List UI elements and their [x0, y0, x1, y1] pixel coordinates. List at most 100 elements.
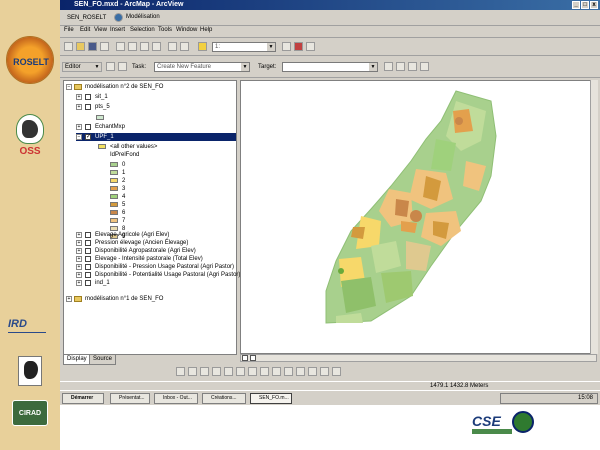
measure-icon[interactable] — [320, 367, 329, 376]
close-button[interactable]: x — [590, 1, 598, 9]
toc-tabs: Display Source — [63, 355, 237, 365]
ird-logo: IRD — [8, 318, 50, 342]
toc-layer-item-selected[interactable]: − ✓ UPF_1 — [76, 133, 236, 141]
map-horizontal-scrollbar[interactable] — [240, 354, 597, 362]
zoom-in-icon[interactable] — [176, 367, 185, 376]
target-dropdown[interactable]: ▼ — [282, 62, 378, 72]
layer-checkbox[interactable] — [85, 124, 91, 130]
layer-checkbox[interactable] — [85, 94, 91, 100]
hyperlink-icon[interactable] — [332, 367, 341, 376]
attributes-icon[interactable] — [408, 62, 417, 71]
toc-layer-item[interactable]: + pts_5 — [76, 103, 236, 111]
menu-tools[interactable]: Tools — [158, 27, 172, 33]
collapse-icon[interactable]: − — [66, 84, 72, 90]
project-dropdown[interactable]: SEN_ROSELT — [64, 13, 110, 23]
menu-file[interactable]: File — [64, 27, 74, 33]
expand-icon[interactable]: + — [76, 124, 82, 130]
copy-icon[interactable] — [128, 42, 137, 51]
logo-sidebar: ROSELT OSS IRD CIRAD — [0, 0, 60, 450]
minimize-button[interactable]: _ — [572, 1, 580, 9]
map-view[interactable] — [240, 80, 597, 354]
scale-dropdown[interactable]: 1: ▼ — [212, 42, 276, 52]
rotate-tool-icon[interactable] — [396, 62, 405, 71]
system-tray: 15:08 — [500, 393, 598, 404]
menu-insert[interactable]: Insert — [110, 27, 125, 33]
maximize-button[interactable]: □ — [581, 1, 589, 9]
taskbar-item-outlook[interactable]: Inbox - Out... — [154, 393, 198, 404]
identify-icon[interactable] — [296, 367, 305, 376]
map-vertical-scrollbar[interactable] — [590, 80, 598, 354]
expand-icon[interactable]: + — [76, 232, 82, 238]
menu-view[interactable]: View — [94, 27, 107, 33]
whats-this-icon[interactable] — [306, 42, 315, 51]
globe-icon[interactable] — [114, 13, 123, 22]
layer-checkbox[interactable] — [85, 256, 91, 262]
new-icon[interactable] — [64, 42, 73, 51]
mode-label[interactable]: Modélisation — [126, 14, 160, 20]
tab-source[interactable]: Source — [89, 355, 117, 365]
layer-checkbox[interactable] — [85, 264, 91, 270]
map-canvas[interactable] — [241, 81, 591, 353]
sketch-tool-icon[interactable] — [118, 62, 127, 71]
expand-icon[interactable]: + — [76, 280, 82, 286]
undo-icon[interactable] — [168, 42, 177, 51]
find-icon[interactable] — [308, 367, 317, 376]
expand-icon[interactable]: + — [76, 104, 82, 110]
collapse-icon[interactable]: − — [76, 134, 82, 140]
next-extent-icon[interactable] — [260, 367, 269, 376]
full-extent-icon[interactable] — [236, 367, 245, 376]
task-dropdown[interactable]: Create New Feature ▼ — [154, 62, 250, 72]
start-button[interactable]: Démarrer — [62, 393, 104, 404]
layer-checkbox[interactable] — [85, 272, 91, 278]
sketch-properties-icon[interactable] — [420, 62, 429, 71]
toc-layer-item[interactable]: + EchantMxp — [76, 123, 236, 131]
redo-icon[interactable] — [180, 42, 189, 51]
add-data-icon[interactable] — [198, 42, 207, 51]
expand-icon[interactable]: + — [76, 94, 82, 100]
edit-tool-icon[interactable] — [106, 62, 115, 71]
layer-checkbox[interactable] — [85, 232, 91, 238]
view-data-icon[interactable] — [242, 355, 248, 361]
editor-toolbar-icon[interactable] — [282, 42, 291, 51]
layer-checkbox[interactable] — [85, 240, 91, 246]
legend-swatch — [110, 186, 118, 191]
taskbar-item-arcmap[interactable]: SEN_FO.m... — [250, 393, 292, 404]
toc-layer-item[interactable]: + sit_1 — [76, 93, 236, 101]
delete-icon[interactable] — [152, 42, 161, 51]
tab-display[interactable]: Display — [63, 355, 91, 365]
taskbar-item-powerpoint[interactable]: Présentat... — [110, 393, 150, 404]
expand-icon[interactable]: + — [76, 256, 82, 262]
fixed-zoom-in-icon[interactable] — [200, 367, 209, 376]
menu-selection[interactable]: Selection — [130, 27, 155, 33]
layer-checkbox[interactable] — [85, 248, 91, 254]
select-features-icon[interactable] — [272, 367, 281, 376]
expand-icon[interactable]: + — [76, 248, 82, 254]
expand-icon[interactable]: + — [66, 296, 72, 302]
expand-icon[interactable]: + — [76, 240, 82, 246]
menu-edit[interactable]: Edit — [80, 27, 90, 33]
layer-checkbox[interactable] — [85, 280, 91, 286]
arctoolbox-icon[interactable] — [294, 42, 303, 51]
layer-label: UPF_1 — [95, 134, 114, 140]
select-elements-icon[interactable] — [284, 367, 293, 376]
split-tool-icon[interactable] — [384, 62, 393, 71]
paste-icon[interactable] — [140, 42, 149, 51]
open-icon[interactable] — [76, 42, 85, 51]
cse-logo-text: CSE — [472, 413, 501, 429]
zoom-out-icon[interactable] — [188, 367, 197, 376]
print-icon[interactable] — [100, 42, 109, 51]
fixed-zoom-out-icon[interactable] — [212, 367, 221, 376]
save-icon[interactable] — [88, 42, 97, 51]
taskbar-item-creations[interactable]: Créations... — [202, 393, 246, 404]
pan-icon[interactable] — [224, 367, 233, 376]
expand-icon[interactable]: + — [76, 272, 82, 278]
menu-help[interactable]: Help — [200, 27, 212, 33]
editor-dropdown[interactable]: Editor ▼ — [62, 62, 102, 72]
layer-checkbox[interactable] — [85, 104, 91, 110]
layer-checkbox-checked[interactable]: ✓ — [85, 134, 91, 140]
menu-window[interactable]: Window — [176, 27, 197, 33]
expand-icon[interactable]: + — [76, 264, 82, 270]
view-layout-icon[interactable] — [250, 355, 256, 361]
previous-extent-icon[interactable] — [248, 367, 257, 376]
cut-icon[interactable] — [116, 42, 125, 51]
